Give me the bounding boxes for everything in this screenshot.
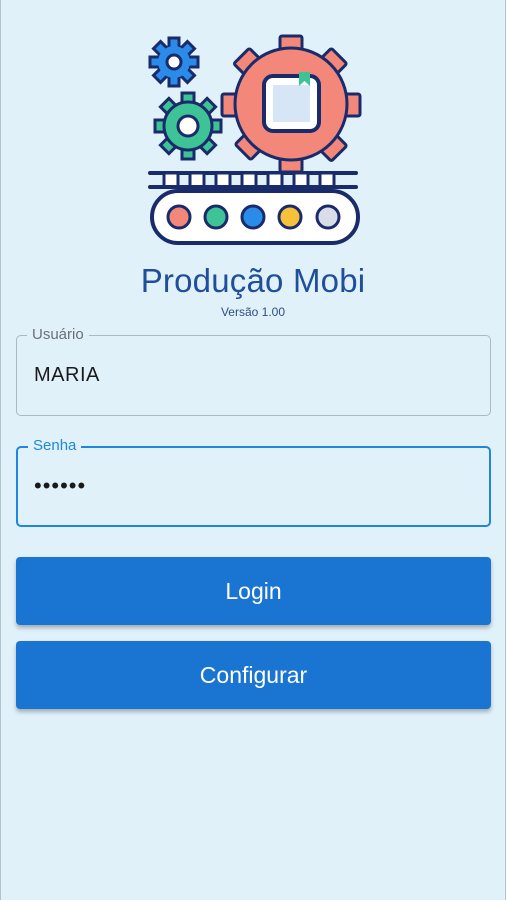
username-field[interactable]: Usuário MARIA bbox=[16, 326, 491, 416]
screen-left-edge bbox=[0, 0, 1, 900]
small-gear-icon bbox=[148, 36, 200, 88]
large-gear-icon bbox=[220, 34, 362, 174]
password-field[interactable]: Senha •••••• bbox=[16, 437, 491, 527]
username-label: Usuário bbox=[27, 326, 89, 344]
medium-gear-icon bbox=[153, 91, 223, 161]
password-label: Senha bbox=[28, 437, 82, 455]
password-input[interactable]: •••••• bbox=[34, 473, 86, 499]
app-title: Produção Mobi bbox=[140, 262, 366, 299]
login-button[interactable]: Login bbox=[16, 557, 491, 625]
conveyor-belt-icon bbox=[148, 171, 360, 245]
app-version: Versão 1.00 bbox=[220, 305, 286, 319]
username-input[interactable]: MARIA bbox=[34, 364, 100, 387]
configure-button[interactable]: Configurar bbox=[16, 641, 491, 709]
factory-logo-icon bbox=[148, 34, 362, 245]
